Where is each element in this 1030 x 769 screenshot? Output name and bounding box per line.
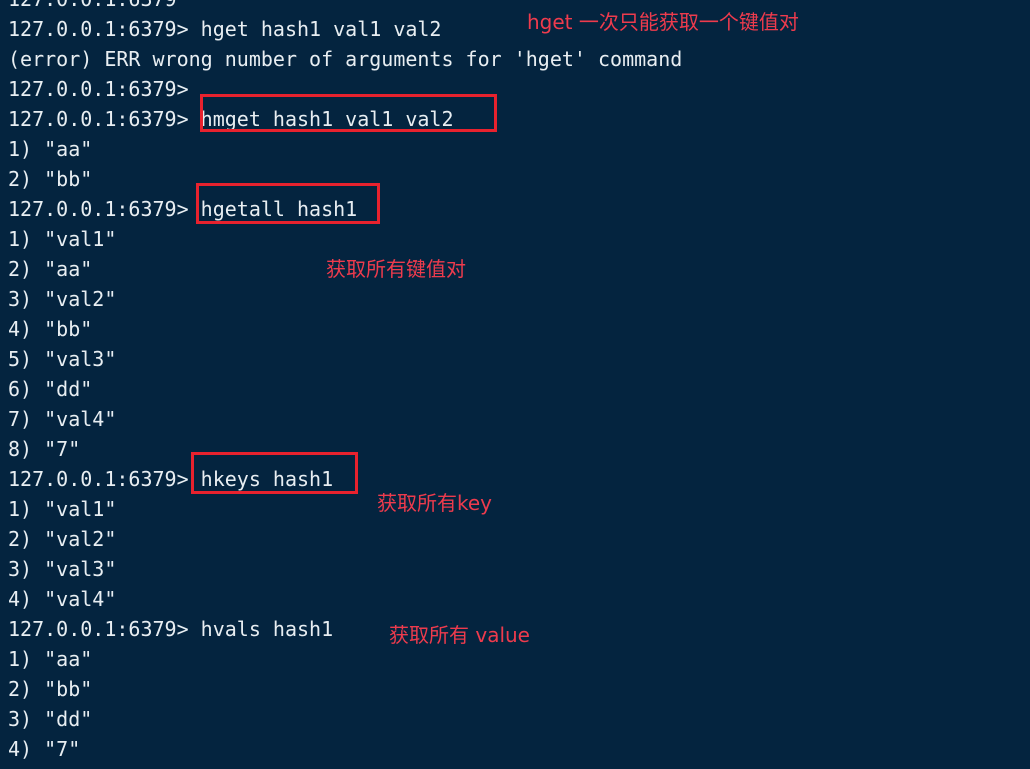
terminal-line: 5) "val3" <box>8 347 117 371</box>
annotation-label: 获取所有键值对 <box>326 257 466 281</box>
terminal-line: 127.0.0.1:6379> hget hash1 val1 val2 <box>8 17 442 41</box>
terminal-line: 127.0.0.1:6379> hkeys hash1 <box>8 467 334 491</box>
terminal-line: 4) "bb" <box>8 317 93 341</box>
terminal-line: 1) "val1" <box>8 227 117 251</box>
terminal-line: 2) "val2" <box>8 527 117 551</box>
annotation-label: 获取所有key <box>377 491 493 515</box>
terminal-line: 2) "bb" <box>8 167 93 191</box>
terminal-line: 2) "aa" <box>8 257 93 281</box>
terminal-line: 7) "val4" <box>8 407 117 431</box>
terminal-line: 127.0.0.1:6379 <box>8 764 177 769</box>
terminal-line: 127.0.0.1:6379> hgetall hash1 <box>8 197 358 221</box>
terminal-line: (error) ERR wrong number of arguments fo… <box>8 47 683 71</box>
terminal-line: 127.0.0.1:6379> <box>8 77 189 101</box>
terminal-line: 3) "dd" <box>8 707 93 731</box>
annotation-label: 获取所有 value <box>389 623 530 647</box>
terminal-line: 1) "aa" <box>8 137 93 161</box>
terminal-line: 4) "7" <box>8 737 81 761</box>
terminal-line: 1) "aa" <box>8 647 93 671</box>
terminal-line: 6) "dd" <box>8 377 93 401</box>
terminal-line: 2) "bb" <box>8 677 93 701</box>
terminal-line: 3) "val3" <box>8 557 117 581</box>
terminal-line: 127.0.0.1:6379> hvals hash1 <box>8 617 334 641</box>
terminal-line: 127.0.0.1:6379> hmget hash1 val1 val2 <box>8 107 454 131</box>
terminal-line: 3) "val2" <box>8 287 117 311</box>
terminal-line: 8) "7" <box>8 437 81 461</box>
terminal-window[interactable]: 127.0.0.1:6379 127.0.0.1:6379> hget hash1… <box>0 0 1030 769</box>
annotation-label: hget 一次只能获取一个键值对 <box>527 10 799 34</box>
terminal-line: 127.0.0.1:6379 <box>8 0 177 14</box>
terminal-line: 1) "val1" <box>8 497 117 521</box>
terminal-line: 4) "val4" <box>8 587 117 611</box>
